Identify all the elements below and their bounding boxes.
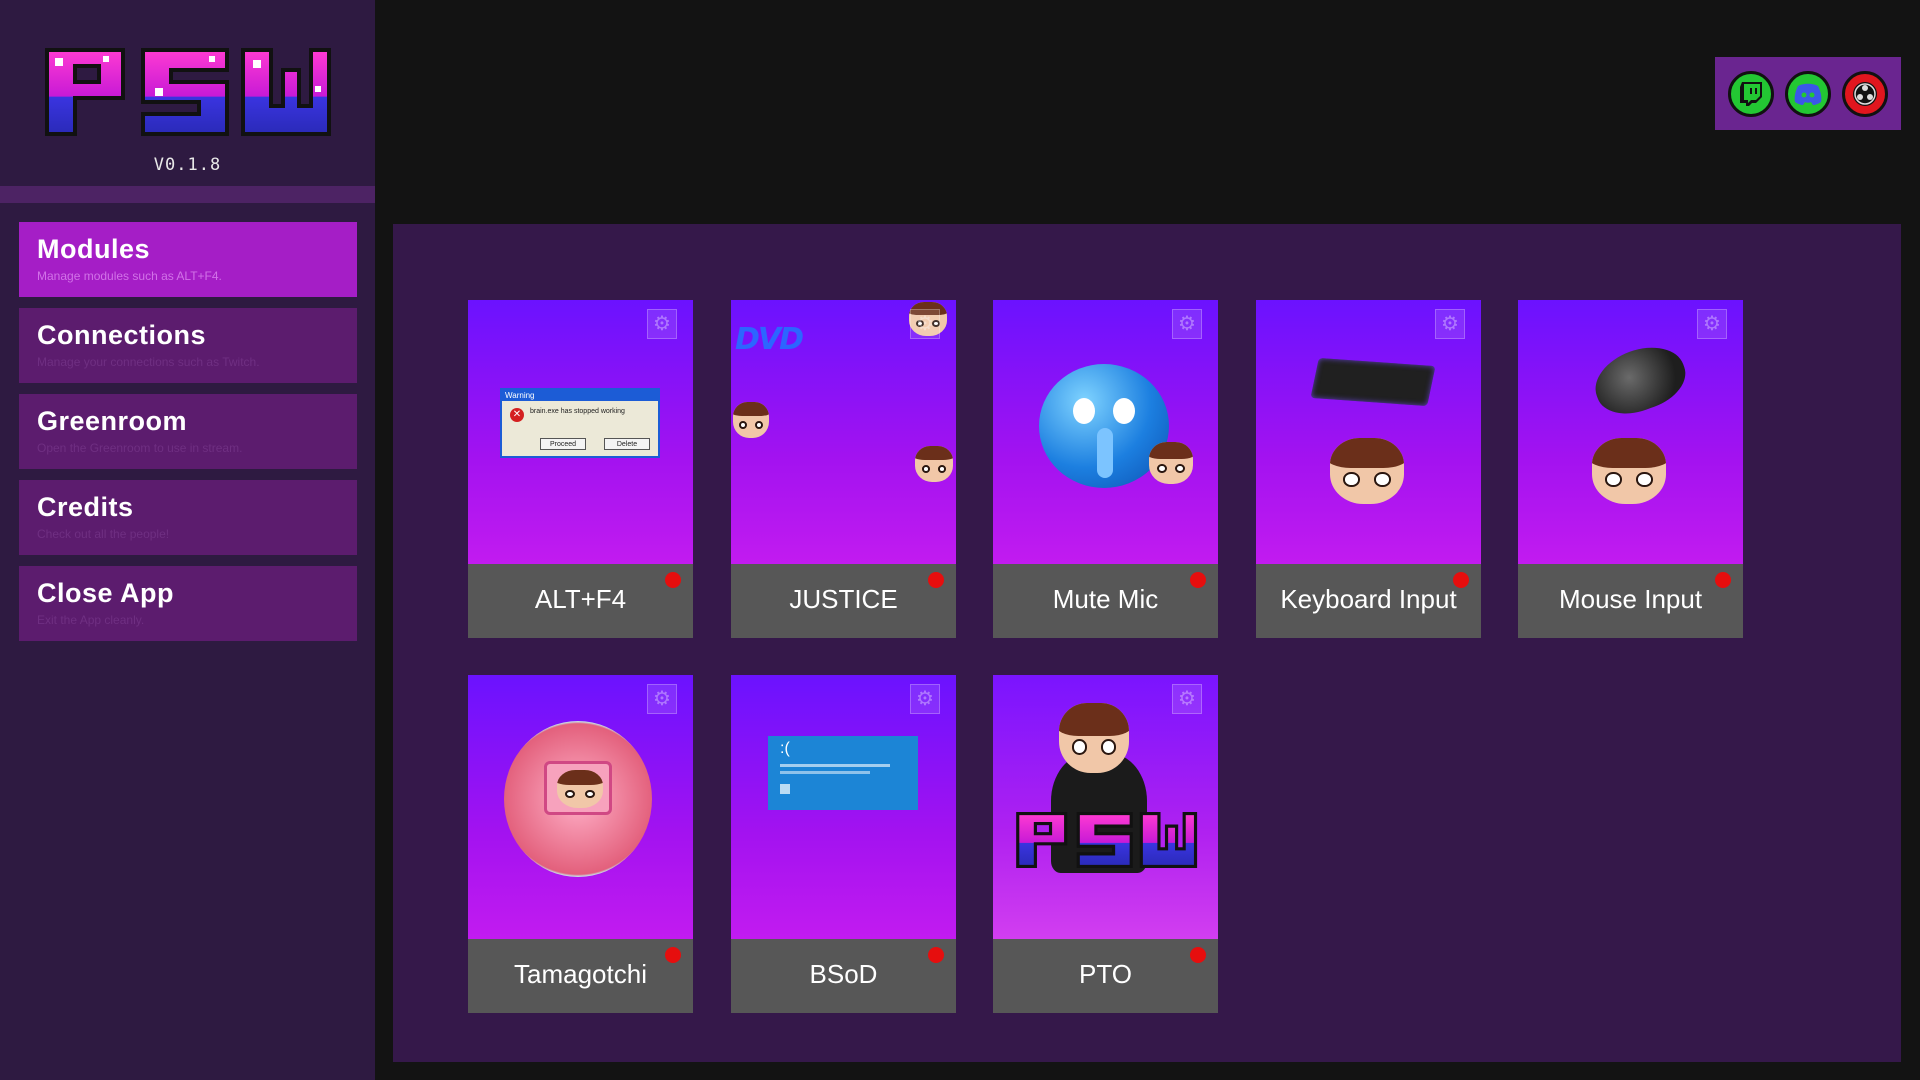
module-settings-button[interactable]: ⚙ xyxy=(910,684,940,714)
dialog-title: Warning xyxy=(502,390,658,401)
sidebar-item-title: Connections xyxy=(37,320,207,350)
module-footer: Mute Mic xyxy=(993,564,1218,638)
module-settings-button[interactable]: ⚙ xyxy=(647,684,677,714)
dialog-proceed: Proceed xyxy=(540,438,586,450)
logo-area: V0.1.8 xyxy=(0,0,375,186)
sidebar-item-greenroom[interactable]: Greenroom Open the Greenroom to use in s… xyxy=(19,394,357,469)
streamer-face-icon xyxy=(1592,438,1666,504)
module-card-justice[interactable]: DVD ⚙ JUSTICE xyxy=(731,300,956,638)
module-card-pto[interactable]: ⚙ PTO xyxy=(993,675,1218,1013)
module-card-bsod[interactable]: :( ⚙ BSoD xyxy=(731,675,956,1013)
tamagotchi-icon xyxy=(504,721,652,877)
module-name: Keyboard Input xyxy=(1280,584,1457,614)
module-card-mouse-input[interactable]: ⚙ Mouse Input xyxy=(1518,300,1743,638)
dialog-message: brain.exe has stopped working xyxy=(530,408,625,415)
twitch-icon xyxy=(1740,81,1763,106)
sidebar-item-connections[interactable]: Connections Manage your connections such… xyxy=(19,308,357,383)
sidebar-item-title: Modules xyxy=(37,234,151,264)
error-icon: ✕ xyxy=(510,408,524,422)
divider xyxy=(0,186,375,203)
sidebar-item-subtitle: Check out all the people! xyxy=(37,527,170,541)
streamer-face-icon xyxy=(733,402,769,438)
bsod-screen-icon: :( xyxy=(768,736,918,810)
sidebar-item-subtitle: Exit the App cleanly. xyxy=(37,613,145,627)
status-indicator xyxy=(665,572,681,588)
dvd-logo-icon: DVD xyxy=(735,322,804,357)
status-indicator xyxy=(928,947,944,963)
module-settings-button[interactable]: ⚙ xyxy=(1697,309,1727,339)
status-indicator xyxy=(1190,572,1206,588)
sidebar-item-credits[interactable]: Credits Check out all the people! xyxy=(19,480,357,555)
module-footer: Mouse Input xyxy=(1518,564,1743,638)
modules-panel: Warning ✕ brain.exe has stopped working … xyxy=(393,224,1901,1062)
connection-status-bar xyxy=(1715,57,1901,130)
discord-button[interactable] xyxy=(1784,70,1831,117)
sidebar-item-close-app[interactable]: Close App Exit the App cleanly. xyxy=(19,566,357,641)
module-art: :( ⚙ xyxy=(731,675,956,939)
psw-logo xyxy=(45,48,331,136)
obs-button[interactable] xyxy=(1841,70,1888,117)
module-footer: PTO xyxy=(993,939,1218,1013)
module-settings-button[interactable]: ⚙ xyxy=(910,309,940,339)
discord-icon xyxy=(1794,83,1822,105)
sidebar: V0.1.8 Modules Manage modules such as AL… xyxy=(0,0,375,1080)
module-art: DVD ⚙ xyxy=(731,300,956,564)
module-name: PTO xyxy=(1079,959,1132,989)
app-version: V0.1.8 xyxy=(153,155,222,175)
module-art: ⚙ xyxy=(1256,300,1481,564)
keyboard-icon xyxy=(1310,357,1436,407)
status-indicator xyxy=(928,572,944,588)
streamer-face-icon xyxy=(915,446,953,482)
module-settings-button[interactable]: ⚙ xyxy=(1435,309,1465,339)
module-card-keyboard-input[interactable]: ⚙ Keyboard Input xyxy=(1256,300,1481,638)
module-settings-button[interactable]: ⚙ xyxy=(647,309,677,339)
module-art: ⚙ xyxy=(468,675,693,939)
module-footer: BSoD xyxy=(731,939,956,1013)
mouse-icon xyxy=(1586,336,1694,424)
module-name: Tamagotchi xyxy=(514,959,647,989)
module-art: Warning ✕ brain.exe has stopped working … xyxy=(468,300,693,564)
module-name: ALT+F4 xyxy=(534,584,627,614)
sidebar-item-title: Close App xyxy=(37,578,175,608)
module-footer: Tamagotchi xyxy=(468,939,693,1013)
module-footer: Keyboard Input xyxy=(1256,564,1481,638)
sidebar-item-subtitle: Manage your connections such as Twitch. xyxy=(37,355,260,369)
bsod-face: :( xyxy=(780,740,790,757)
module-card-mute-mic[interactable]: ⚙ Mute Mic xyxy=(993,300,1218,638)
module-name: Mute Mic xyxy=(1052,584,1159,614)
module-art: ⚙ xyxy=(993,300,1218,564)
warning-dialog-icon: Warning ✕ brain.exe has stopped working … xyxy=(500,388,660,458)
sidebar-item-title: Credits xyxy=(37,492,134,522)
module-art: ⚙ xyxy=(1518,300,1743,564)
status-indicator xyxy=(1453,572,1469,588)
dialog-delete: Delete xyxy=(604,438,650,450)
streamer-face-icon xyxy=(1149,442,1193,484)
character-logo-icon xyxy=(1059,703,1129,773)
sidebar-item-modules[interactable]: Modules Manage modules such as ALT+F4. xyxy=(19,222,357,297)
sidebar-item-subtitle: Manage modules such as ALT+F4. xyxy=(37,269,222,283)
sidebar-item-title: Greenroom xyxy=(37,406,188,436)
sidebar-item-subtitle: Open the Greenroom to use in stream. xyxy=(37,441,243,455)
streamer-face-icon xyxy=(1330,438,1404,504)
module-name: Mouse Input xyxy=(1558,584,1703,614)
status-indicator xyxy=(665,947,681,963)
obs-icon xyxy=(1852,81,1877,106)
module-footer: JUSTICE xyxy=(731,564,956,638)
module-card-alt-f4[interactable]: Warning ✕ brain.exe has stopped working … xyxy=(468,300,693,638)
module-name: BSoD xyxy=(809,959,878,989)
module-settings-button[interactable]: ⚙ xyxy=(1172,684,1202,714)
module-footer: ALT+F4 xyxy=(468,564,693,638)
module-name: JUSTICE xyxy=(789,584,898,614)
status-indicator xyxy=(1190,947,1206,963)
psw-logo xyxy=(1016,811,1198,869)
module-art: ⚙ xyxy=(993,675,1218,939)
module-settings-button[interactable]: ⚙ xyxy=(1172,309,1202,339)
module-card-tamagotchi[interactable]: ⚙ Tamagotchi xyxy=(468,675,693,1013)
twitch-button[interactable] xyxy=(1728,70,1775,117)
status-indicator xyxy=(1715,572,1731,588)
sidebar-nav: Modules Manage modules such as ALT+F4. C… xyxy=(19,222,357,652)
